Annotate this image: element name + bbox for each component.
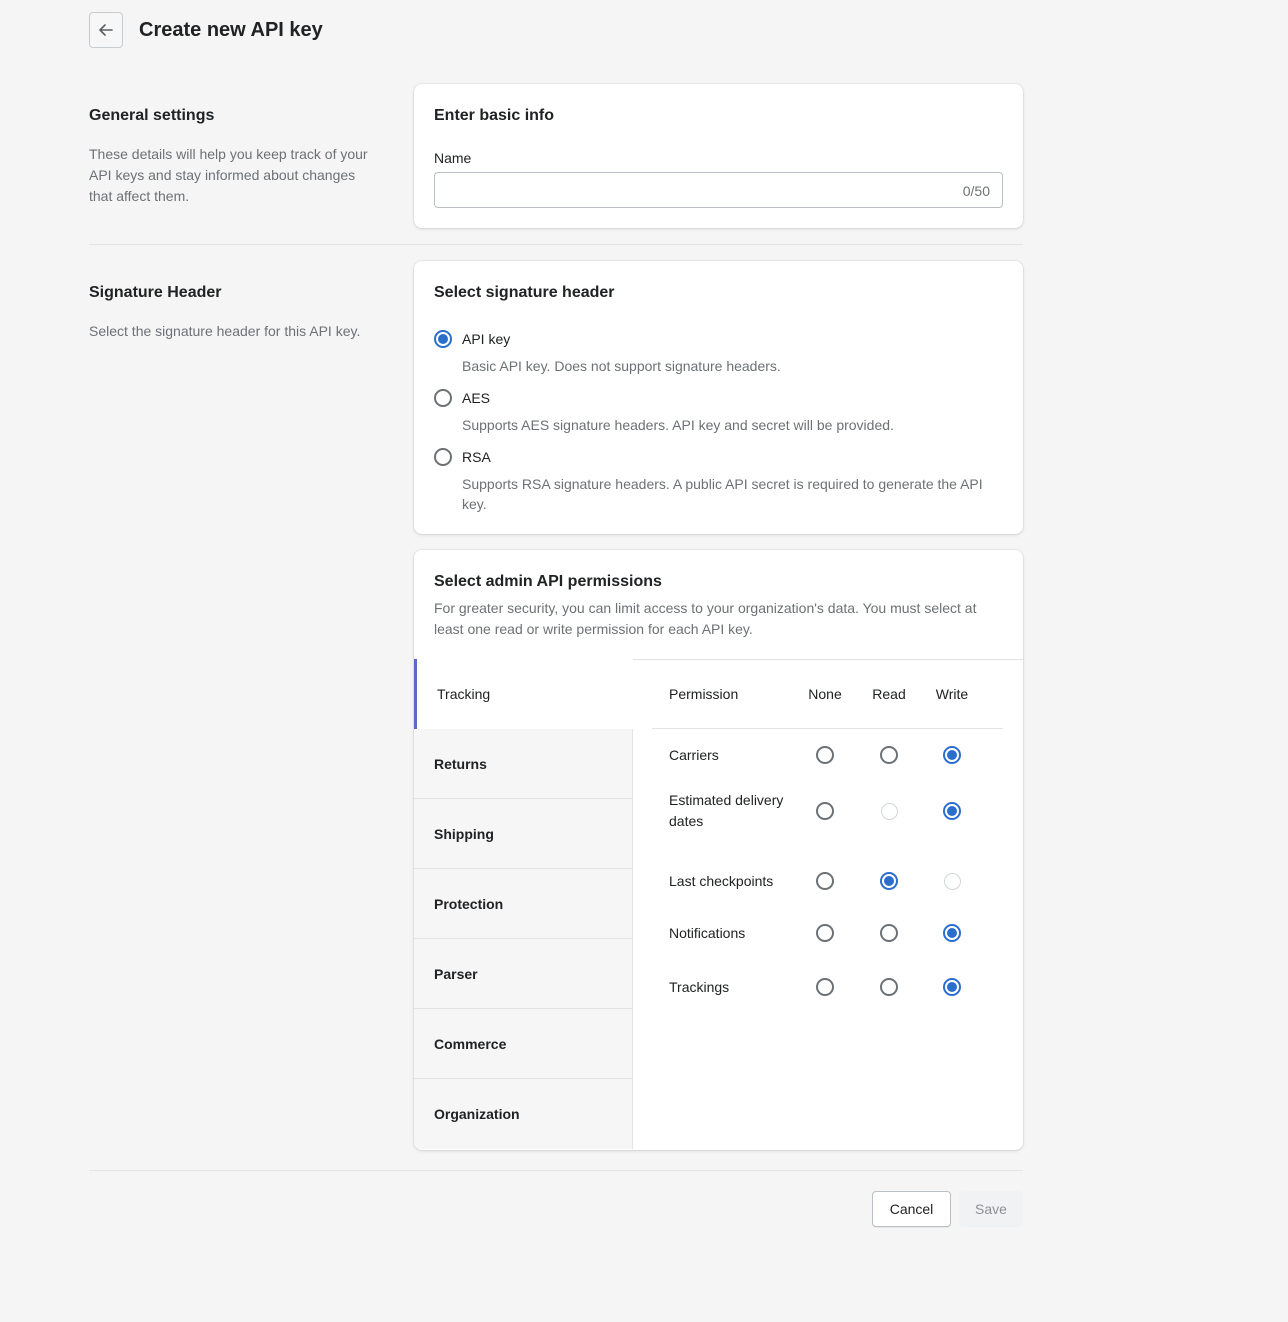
- tab-parser[interactable]: Parser: [414, 939, 633, 1009]
- rsa-label: RSA: [462, 449, 491, 465]
- notifications-none-radio[interactable]: [816, 924, 834, 942]
- basic-info-title: Enter basic info: [434, 107, 555, 124]
- signature-option-api-key[interactable]: API key Basic API key. Does not support …: [434, 329, 1002, 376]
- arrow-left-icon: [99, 24, 113, 36]
- tab-protection[interactable]: Protection: [414, 869, 633, 939]
- permission-name: Carriers: [669, 746, 719, 763]
- edd-none-radio[interactable]: [816, 802, 834, 820]
- last-checkpoints-none-radio[interactable]: [816, 872, 834, 890]
- permission-tabs: Tracking Returns Shipping Protection Par…: [414, 659, 633, 1149]
- aes-label: AES: [462, 390, 491, 406]
- carriers-none-radio[interactable]: [816, 746, 834, 764]
- last-checkpoints-read-radio[interactable]: [880, 872, 898, 890]
- save-button[interactable]: Save: [959, 1191, 1023, 1227]
- tab-organization[interactable]: Organization: [414, 1079, 633, 1149]
- signature-header-title: Signature Header: [89, 284, 222, 301]
- permissions-table: Permission None Read Write Carriers Esti…: [652, 659, 1003, 1001]
- permissions-table-header: Permission None Read Write: [652, 659, 1003, 729]
- api-key-label: API key: [462, 331, 511, 347]
- permission-row-trackings: Trackings: [652, 973, 1003, 1001]
- api-key-radio[interactable]: [434, 330, 452, 348]
- column-read: Read: [872, 685, 906, 702]
- edd-write-radio[interactable]: [943, 802, 961, 820]
- signature-option-aes[interactable]: AES Supports AES signature headers. API …: [434, 388, 1002, 435]
- permission-row-notifications: Notifications: [652, 921, 1003, 945]
- name-char-counter: 0/50: [962, 183, 990, 199]
- permission-name: Last checkpoints: [669, 872, 774, 889]
- api-key-description: Basic API key. Does not support signatur…: [462, 358, 781, 374]
- trackings-none-radio[interactable]: [816, 978, 834, 996]
- permission-row-last-checkpoints: Last checkpoints: [652, 841, 1003, 921]
- permission-name: Trackings: [669, 978, 730, 995]
- permission-name: Estimated delivery dates: [669, 792, 784, 829]
- name-input[interactable]: [435, 173, 1002, 207]
- section-divider: [89, 244, 1023, 245]
- aes-radio[interactable]: [434, 389, 452, 407]
- permission-name: Notifications: [669, 924, 746, 941]
- last-checkpoints-write-radio: [943, 872, 961, 890]
- basic-info-card: Enter basic info Name 0/50: [414, 84, 1023, 228]
- aes-description: Supports AES signature headers. API key …: [462, 417, 894, 433]
- general-settings-title: General settings: [89, 107, 215, 124]
- footer-divider: [89, 1170, 1023, 1171]
- page-title: Create new API key: [139, 18, 323, 41]
- carriers-write-radio[interactable]: [943, 746, 961, 764]
- column-write: Write: [935, 685, 969, 702]
- permissions-description: For greater security, you can limit acce…: [434, 600, 977, 637]
- trackings-read-radio[interactable]: [880, 978, 898, 996]
- general-settings-description: These details will help you keep track o…: [89, 146, 368, 204]
- signature-header-description: Select the signature header for this API…: [89, 323, 361, 339]
- tab-tracking[interactable]: Tracking: [414, 659, 633, 729]
- trackings-write-radio[interactable]: [943, 978, 961, 996]
- signature-option-rsa[interactable]: RSA Supports RSA signature headers. A pu…: [434, 447, 1002, 514]
- rsa-radio[interactable]: [434, 448, 452, 466]
- tab-commerce[interactable]: Commerce: [414, 1009, 633, 1079]
- cancel-button[interactable]: Cancel: [872, 1191, 951, 1227]
- api-permissions-card: Select admin API permissions For greater…: [414, 550, 1023, 1150]
- column-permission: Permission: [669, 685, 739, 702]
- edd-read-radio: [880, 802, 898, 820]
- permissions-card-title: Select admin API permissions: [434, 573, 662, 590]
- permission-row-carriers: Carriers: [652, 729, 1003, 781]
- notifications-read-radio[interactable]: [880, 924, 898, 942]
- permission-row-estimated-delivery-dates: Estimated delivery dates: [652, 781, 1003, 841]
- signature-header-info: Signature Header Select the signature he…: [89, 283, 379, 342]
- page-header: Create new API key: [89, 12, 323, 48]
- back-button[interactable]: [89, 12, 123, 48]
- name-field-wrapper: 0/50: [434, 172, 1003, 208]
- notifications-write-radio[interactable]: [943, 924, 961, 942]
- signature-card-title: Select signature header: [434, 284, 615, 301]
- tab-shipping[interactable]: Shipping: [414, 799, 633, 869]
- column-none: None: [808, 685, 842, 702]
- carriers-read-radio[interactable]: [880, 746, 898, 764]
- rsa-description: Supports RSA signature headers. A public…: [462, 476, 983, 512]
- general-settings-info: General settings These details will help…: [89, 106, 379, 207]
- tab-returns[interactable]: Returns: [414, 729, 633, 799]
- signature-header-card: Select signature header API key Basic AP…: [414, 261, 1023, 534]
- name-label: Name: [434, 150, 472, 166]
